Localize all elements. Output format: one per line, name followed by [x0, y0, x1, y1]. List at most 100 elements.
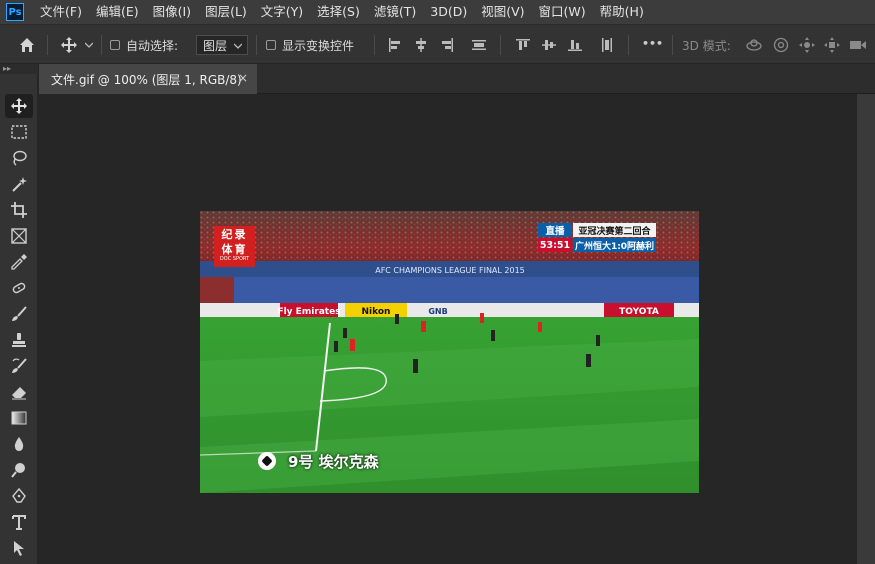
match-clock: 53:51 [538, 238, 572, 252]
eraser-tool-button[interactable] [5, 380, 33, 404]
separator [374, 35, 375, 55]
move-tool-icon [11, 98, 27, 114]
live-badge: 直播 [538, 223, 572, 237]
separator [672, 35, 673, 55]
show-transform-label: 显示变换控件 [282, 39, 355, 53]
align-left-icon[interactable] [386, 37, 404, 53]
3d-mode-label: 3D 模式: [682, 39, 731, 53]
ad-gnb: GNB [428, 307, 447, 316]
move-tool-button[interactable] [5, 94, 33, 118]
distribute-vertical-icon[interactable] [598, 37, 616, 53]
crop-tool-button[interactable] [5, 198, 33, 222]
frame-tool-button[interactable] [5, 224, 33, 248]
menu-view[interactable]: 视图(V) [474, 0, 531, 24]
crop-icon [11, 202, 27, 218]
menu-select[interactable]: 选择(S) [310, 0, 367, 24]
menu-help[interactable]: 帮助(H) [593, 0, 651, 24]
tools-panel [0, 74, 38, 564]
stamp-tool-button[interactable] [5, 328, 33, 352]
magic-wand-icon [12, 177, 27, 192]
separator [101, 35, 102, 55]
3d-roll-icon[interactable] [771, 36, 791, 54]
chevron-down-icon[interactable] [83, 39, 95, 51]
menu-bar: Ps 文件(F) 编辑(E) 图像(I) 图层(L) 文字(Y) 选择(S) 滤… [0, 0, 875, 24]
chevron-down-icon [234, 43, 242, 49]
ad-nikon: Nikon [362, 307, 391, 317]
menu-window[interactable]: 窗口(W) [532, 0, 593, 24]
bandage-icon [12, 282, 26, 294]
align-vertical-center-icon[interactable] [540, 37, 558, 53]
3d-slide-icon[interactable] [822, 36, 842, 54]
move-tool-icon[interactable] [58, 35, 80, 55]
banner-text: AFC CHAMPIONS LEAGUE FINAL 2015 [375, 266, 525, 275]
healing-brush-tool-button[interactable] [5, 276, 33, 300]
auto-select-label: 自动选择: [126, 39, 179, 53]
3d-camera-icon[interactable] [848, 36, 868, 54]
scoreboard: 直播 亚冠决赛第二回合 53:51 广州恒大1:0阿赫利 [538, 223, 656, 252]
arrow-pointer-icon [14, 541, 24, 556]
menu-image[interactable]: 图像(I) [146, 0, 198, 24]
history-brush-tool-button[interactable] [5, 354, 33, 378]
vertical-scrollbar[interactable] [857, 94, 875, 564]
align-top-icon[interactable] [514, 37, 532, 53]
brush-tool-button[interactable] [5, 302, 33, 326]
separator [47, 35, 48, 55]
match-title: 亚冠决赛第二回合 [573, 223, 656, 237]
rectangular-marquee-icon [11, 125, 27, 139]
match-score: 广州恒大1:0阿赫利 [573, 238, 656, 252]
photoshop-logo-icon[interactable]: Ps [6, 3, 24, 21]
align-bottom-icon[interactable] [566, 37, 584, 53]
auto-select-checkbox[interactable] [110, 40, 120, 50]
3d-orbit-icon[interactable] [744, 36, 764, 54]
dodge-tool-button[interactable] [5, 458, 33, 482]
lasso-icon [13, 150, 27, 166]
eyedropper-icon [11, 254, 27, 270]
3d-pan-icon[interactable] [797, 36, 817, 54]
distribute-icon[interactable] [470, 37, 488, 53]
menu-type[interactable]: 文字(Y) [254, 0, 310, 24]
gradient-icon [11, 411, 27, 425]
document-tab-title: 文件.gif @ 100% (图层 1, RGB/8) [51, 72, 242, 87]
blur-tool-button[interactable] [5, 432, 33, 456]
channel-logo-top: 纪录 [221, 228, 248, 241]
show-transform-checkbox[interactable] [266, 40, 276, 50]
align-right-icon[interactable] [438, 37, 456, 53]
menu-file[interactable]: 文件(F) [33, 0, 89, 24]
football-icon [258, 452, 276, 470]
menu-filter[interactable]: 滤镜(T) [367, 0, 423, 24]
eyedropper-tool-button[interactable] [5, 250, 33, 274]
canvas-image[interactable]: AFC CHAMPIONS LEAGUE FINAL 2015 Fly Emir… [200, 211, 699, 493]
menu-3d[interactable]: 3D(D) [423, 0, 474, 24]
dodge-icon [11, 463, 25, 478]
brush-icon [12, 306, 27, 321]
separator [500, 35, 501, 55]
magic-wand-tool-button[interactable] [5, 172, 33, 196]
menu-layer[interactable]: 图层(L) [198, 0, 254, 24]
ad-emirates: Fly Emirates [277, 307, 340, 317]
water-drop-icon [14, 437, 24, 451]
clone-stamp-icon [12, 333, 26, 347]
frame-icon [11, 228, 27, 244]
more-options-button[interactable]: ••• [642, 37, 663, 50]
document-tab-strip: 文件.gif @ 100% (图层 1, RGB/8) × [39, 64, 875, 94]
gradient-tool-button[interactable] [5, 406, 33, 430]
history-brush-icon [12, 358, 27, 373]
close-icon[interactable]: × [238, 71, 248, 85]
channel-logo-mid: 体育 [221, 243, 248, 256]
auto-select-value: 图层 [203, 38, 228, 53]
toolbar-collapse-strip[interactable]: ▸▸ [0, 64, 38, 74]
channel-logo-sub: DOC SPORT [219, 256, 250, 262]
home-icon[interactable] [16, 35, 38, 55]
channel-logo: 纪录 体育 DOC SPORT [214, 226, 255, 267]
menu-edit[interactable]: 编辑(E) [89, 0, 146, 24]
pen-tool-button[interactable] [5, 484, 33, 508]
auto-select-dropdown[interactable]: 图层 [196, 35, 248, 55]
ad-toyota: TOYOTA [619, 307, 659, 317]
path-selection-tool-button[interactable] [5, 536, 33, 560]
marquee-tool-button[interactable] [5, 120, 33, 144]
lasso-tool-button[interactable] [5, 146, 33, 170]
document-tab[interactable]: 文件.gif @ 100% (图层 1, RGB/8) × [39, 64, 257, 94]
player-caption-text: 9号 埃尔克森 [288, 452, 379, 471]
type-tool-button[interactable] [5, 510, 33, 534]
align-horizontal-center-icon[interactable] [412, 37, 430, 53]
